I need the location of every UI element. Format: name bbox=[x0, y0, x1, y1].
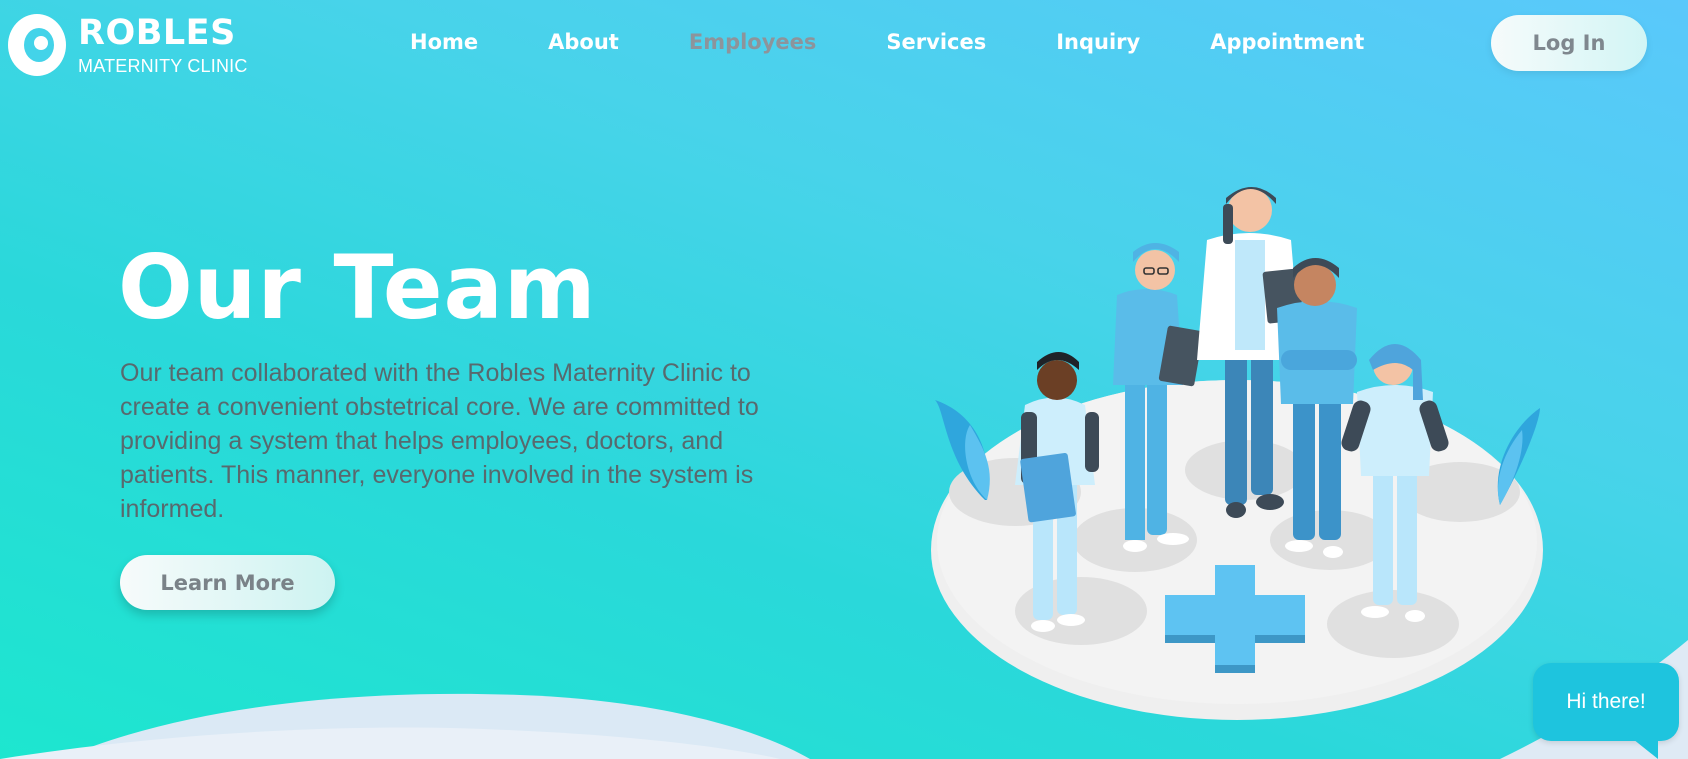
medical-team-illustration bbox=[931, 187, 1543, 720]
nav-services[interactable]: Services bbox=[886, 30, 986, 54]
brand-logo[interactable]: ROBLES MATERNITY CLINIC bbox=[8, 14, 248, 76]
login-button[interactable]: Log In bbox=[1491, 15, 1647, 71]
mother-baby-icon bbox=[8, 14, 66, 76]
brand-text: ROBLES MATERNITY CLINIC bbox=[78, 12, 248, 76]
nav-about[interactable]: About bbox=[548, 30, 619, 54]
learn-more-button[interactable]: Learn More bbox=[120, 555, 335, 610]
nav-inquiry[interactable]: Inquiry bbox=[1056, 30, 1140, 54]
nav-appointment[interactable]: Appointment bbox=[1210, 30, 1364, 54]
nav-employees[interactable]: Employees bbox=[689, 30, 817, 54]
brand-subtitle: MATERNITY CLINIC bbox=[78, 55, 248, 76]
nav-home[interactable]: Home bbox=[410, 30, 478, 54]
brand-title: ROBLES bbox=[78, 12, 236, 53]
page-title: Our Team bbox=[118, 236, 597, 339]
hero-description: Our team collaborated with the Robles Ma… bbox=[120, 359, 759, 523]
main-nav: Home About Employees Services Inquiry Ap… bbox=[410, 30, 1434, 54]
page: ROBLES MATERNITY CLINIC Home About Emplo… bbox=[0, 0, 1688, 759]
chat-widget-button[interactable]: Hi there! bbox=[1533, 663, 1679, 741]
chat-bubble-icon bbox=[1628, 735, 1658, 759]
